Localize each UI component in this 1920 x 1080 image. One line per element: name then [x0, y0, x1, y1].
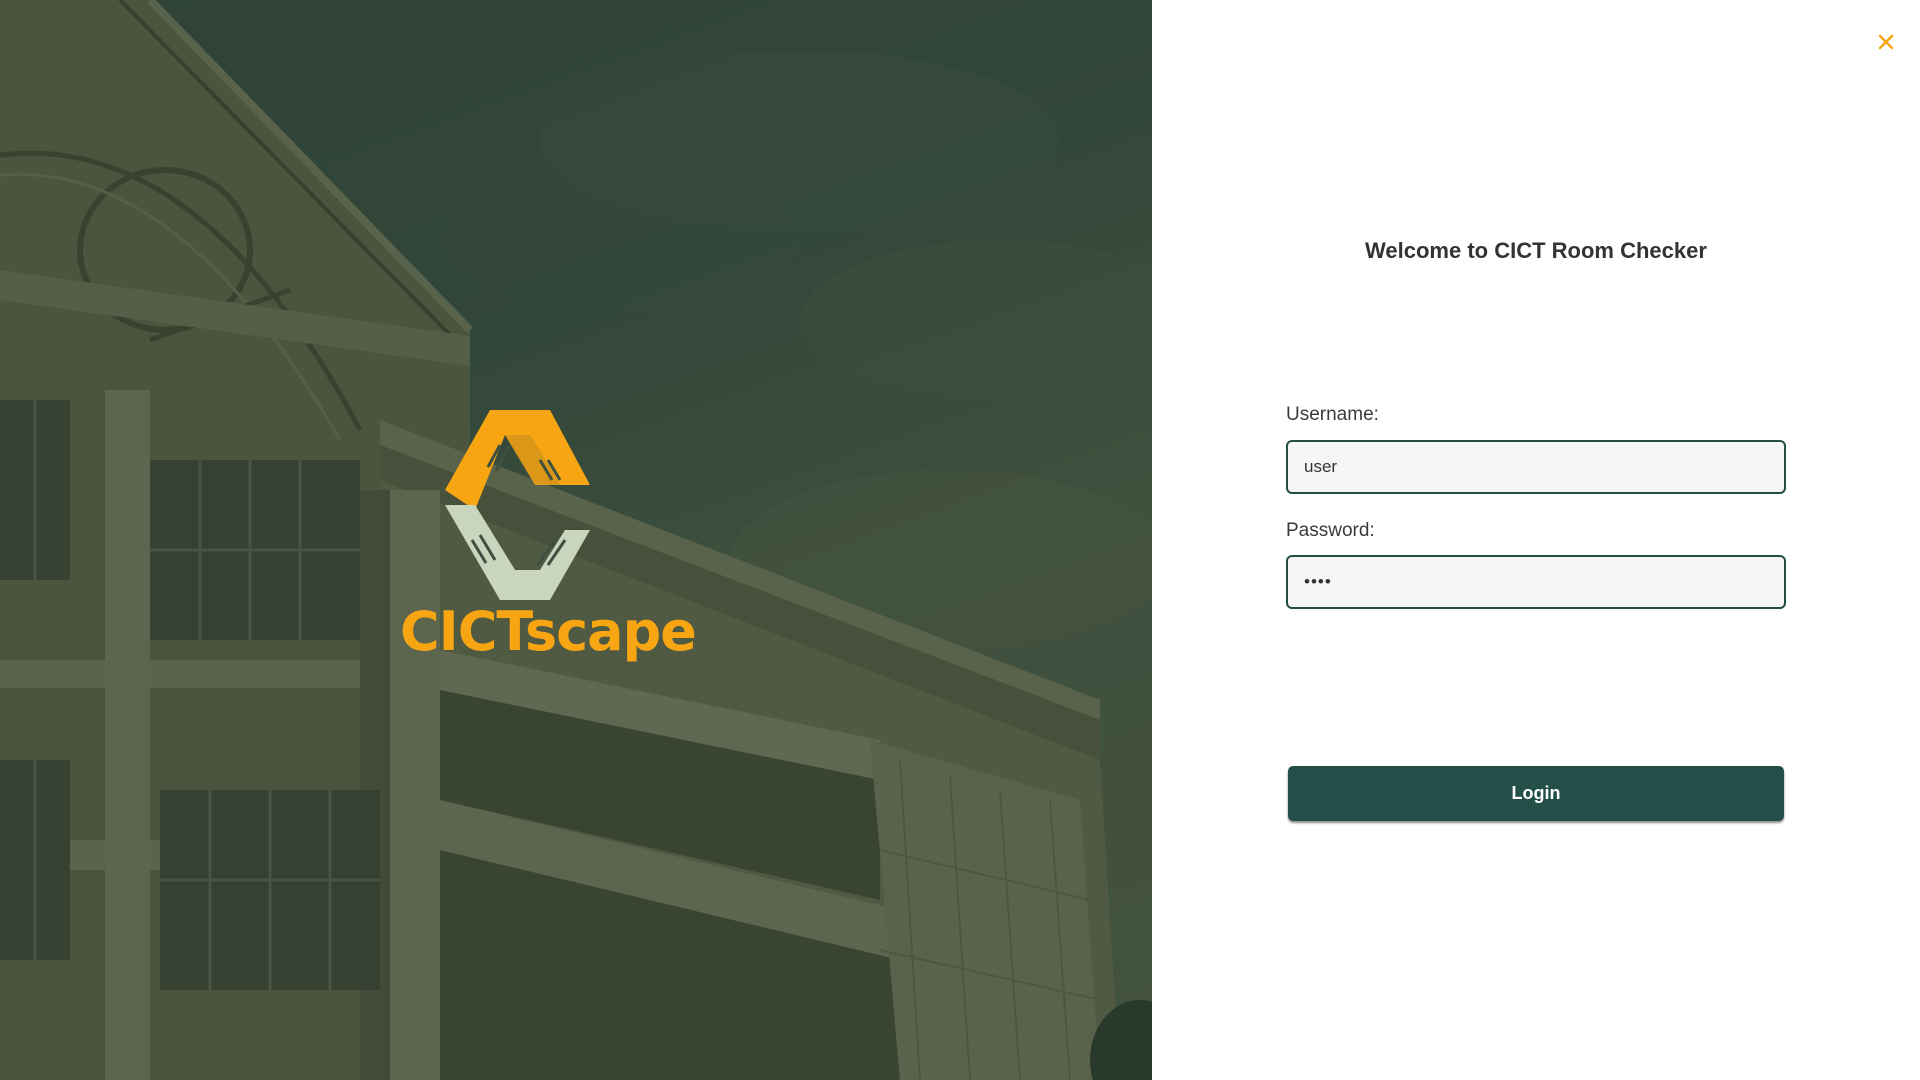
close-button[interactable]: [1874, 30, 1898, 54]
welcome-title: Welcome to CICT Room Checker: [1365, 238, 1707, 263]
password-label: Password:: [1286, 520, 1375, 541]
login-panel: Welcome to CICT Room Checker Username: P…: [1152, 0, 1920, 1080]
username-field[interactable]: [1286, 440, 1786, 494]
cictscape-wordmark: CICTscape: [400, 600, 697, 663]
password-field[interactable]: [1286, 555, 1786, 609]
hero-panel: CICTscape: [0, 0, 1152, 1080]
cictscape-logo: CICTscape: [400, 405, 697, 675]
cictscape-logo-icon: [445, 410, 590, 600]
close-icon: [1878, 34, 1894, 50]
username-label: Username:: [1286, 404, 1379, 425]
login-button[interactable]: Login: [1288, 766, 1784, 821]
